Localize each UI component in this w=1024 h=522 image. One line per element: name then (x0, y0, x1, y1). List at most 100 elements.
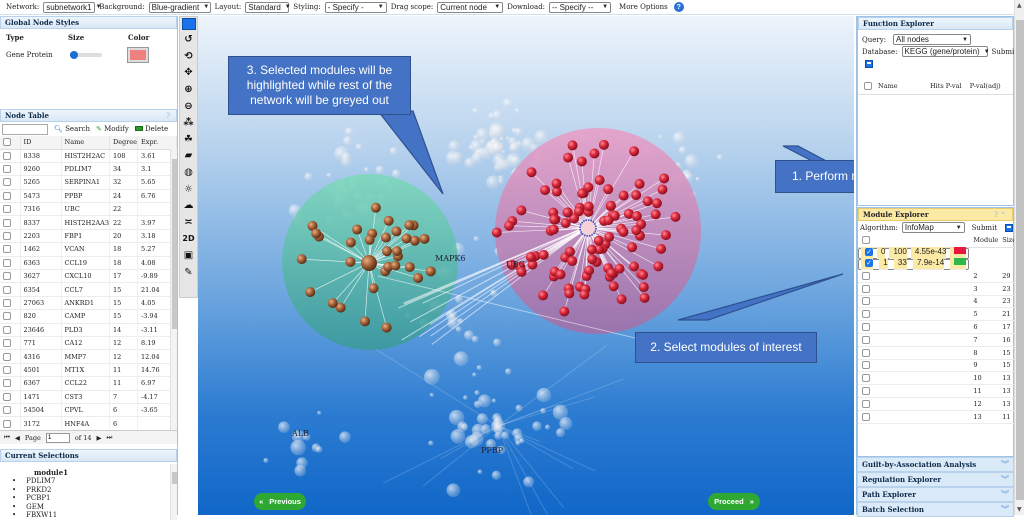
next-page-icon[interactable]: ▶ (96, 434, 101, 442)
module-checkbox[interactable] (862, 336, 870, 344)
save-icon[interactable] (865, 60, 873, 68)
module-row[interactable]: 7 16 5.31e-06 (858, 333, 1024, 346)
module-checkbox[interactable] (862, 285, 870, 293)
module-row[interactable]: 8 15 7.43e-07 (858, 346, 1024, 359)
node-table-row[interactable]: 8337HIST2H2AA3223.97 (0, 216, 177, 229)
row-checkbox[interactable] (3, 219, 11, 227)
global-node-styles-header[interactable]: Global Node Styles (0, 16, 177, 29)
selection-item[interactable]: •PCBP1 (12, 494, 177, 503)
col-hits[interactable]: Hits (928, 78, 944, 94)
row-checkbox[interactable] (3, 165, 11, 173)
network-canvas[interactable]: 3. Selected modules will be highlighted … (198, 16, 854, 515)
module-checkbox[interactable] (862, 297, 870, 305)
node-table-row[interactable]: 1462VCAN185.27 (0, 243, 177, 256)
node-table-row[interactable]: 6363CCL19184.08 (0, 256, 177, 269)
cloud-icon[interactable]: ☁ (182, 199, 195, 213)
network-select[interactable]: subnetwork1▼ (43, 2, 95, 13)
node-table-row[interactable]: 3627CXCL1017-9.89 (0, 270, 177, 283)
module-row[interactable]: 5 21 9.83e-05 (858, 308, 1024, 321)
node-table-row[interactable]: 4501MT1X1114.76 (0, 363, 177, 376)
module-checkbox[interactable] (862, 310, 870, 318)
cluster-icon[interactable]: ☘ (182, 133, 195, 147)
first-page-icon[interactable]: ⏮ (4, 433, 10, 442)
zoom-out-icon[interactable]: ⊖ (182, 99, 195, 113)
background-select[interactable]: Blue-gradient▼ (149, 2, 211, 13)
node-label-alb[interactable]: ALB (292, 429, 309, 438)
rotate-icon[interactable]: ⟲ (182, 50, 195, 64)
modify-button[interactable]: ✎ Modify (96, 125, 129, 133)
background-color-icon[interactable] (182, 18, 196, 30)
video-icon[interactable]: ▣ (182, 249, 195, 263)
proceed-button[interactable]: Proceed» (708, 493, 760, 510)
col-degree[interactable]: Degree (110, 136, 138, 149)
move-icon[interactable]: ✥ (182, 66, 195, 80)
row-checkbox[interactable] (3, 393, 11, 401)
col-fname[interactable]: Name (876, 78, 928, 94)
node-table-row[interactable]: 820CAMP15-3.94 (0, 310, 177, 323)
col-id[interactable]: ID (20, 136, 61, 149)
node-label-mapk6[interactable]: MAPK6 (435, 254, 465, 263)
module-row[interactable]: 10 13 5.74e-06 (858, 372, 1024, 385)
col-module[interactable]: Module (969, 234, 998, 247)
node-table-row[interactable]: 7316UBC22 (0, 203, 177, 216)
search-button[interactable]: 🔍︎ Search (54, 125, 90, 133)
last-page-icon[interactable]: ⏭ (106, 433, 112, 442)
node-table-scrollbar[interactable] (170, 149, 177, 430)
database-select[interactable]: KEGG (gene/protein)▼ (902, 46, 988, 57)
row-checkbox[interactable] (3, 406, 11, 414)
size-slider[interactable] (70, 53, 102, 57)
row-checkbox[interactable] (3, 299, 11, 307)
row-checkbox[interactable] (3, 232, 11, 240)
slider-handle[interactable] (70, 51, 78, 59)
module-color-swatch[interactable] (954, 247, 966, 254)
module-row[interactable]: 12 13 0.00545 (858, 397, 1024, 410)
network-icon[interactable]: ⁂ (182, 116, 195, 130)
module-checkbox[interactable] (862, 413, 870, 421)
module-row[interactable]: ✓ 1 33 7.9e-14 (858, 259, 969, 270)
collapse-icon[interactable]: ⌃ (1000, 211, 1006, 219)
row-checkbox[interactable] (3, 286, 11, 294)
module-row[interactable]: 13 11 0.00101 (858, 410, 1024, 423)
col-name[interactable]: Name (61, 136, 110, 149)
accordion-header[interactable]: Regulation Explorer︾ (857, 472, 1014, 487)
module-row[interactable]: 2 29 2.96e-08 (858, 270, 1024, 283)
delete-button[interactable]: Delete (135, 125, 168, 133)
node-table-row[interactable]: 5473PPBP246.76 (0, 189, 177, 202)
drag-scope-select[interactable]: Current node▼ (437, 2, 503, 13)
row-checkbox[interactable] (3, 245, 11, 253)
row-checkbox[interactable] (3, 272, 11, 280)
row-checkbox[interactable] (3, 205, 11, 213)
prev-page-icon[interactable]: ◀ (15, 434, 20, 442)
undo-icon[interactable]: ↺ (182, 33, 195, 47)
row-checkbox[interactable] (3, 379, 11, 387)
node-table-header[interactable]: Node Table? (0, 109, 177, 122)
node-table-row[interactable]: 8338HIST2H2AC1083.61 (0, 149, 177, 162)
previous-button[interactable]: «Previous (254, 493, 306, 510)
color-swatch[interactable] (128, 48, 148, 62)
query-select[interactable]: All nodes▼ (893, 34, 971, 45)
selection-item[interactable]: •PDLIM7 (12, 477, 177, 486)
row-checkbox[interactable] (3, 192, 11, 200)
node-table-row[interactable]: 23646PLD314-3.11 (0, 323, 177, 336)
selection-item[interactable]: •GEM (12, 503, 177, 512)
select-all-checkbox[interactable] (3, 138, 11, 146)
page-scrollbar[interactable]: ▲▼ (1014, 0, 1024, 515)
module-checkbox[interactable] (862, 349, 870, 357)
page-input[interactable] (46, 433, 70, 443)
module-checkbox[interactable]: ✓ (865, 259, 873, 267)
selection-item[interactable]: •FBXW11 (12, 511, 177, 520)
function-explorer-header[interactable]: Function Explorer (858, 17, 1013, 30)
2d-toggle-icon[interactable]: 2D (182, 232, 195, 246)
node-label-ubc[interactable]: UBC (506, 260, 525, 269)
module-row[interactable]: 11 13 0.000528 (858, 385, 1024, 398)
module-row[interactable]: 4 23 9.17e-09 (858, 295, 1024, 308)
save-icon[interactable] (1005, 224, 1013, 232)
module-checkbox[interactable]: ✓ (865, 248, 873, 256)
node-table-row[interactable]: 54504CPVL6-3.65 (0, 403, 177, 416)
node-table-row[interactable]: 6367CCL22116.97 (0, 377, 177, 390)
help-icon[interactable]: ? (674, 2, 684, 12)
row-checkbox[interactable] (3, 339, 11, 347)
row-checkbox[interactable] (3, 259, 11, 267)
layout-select[interactable]: Standard▼ (245, 2, 289, 13)
node-table-row[interactable]: 771CA12128.19 (0, 336, 177, 349)
